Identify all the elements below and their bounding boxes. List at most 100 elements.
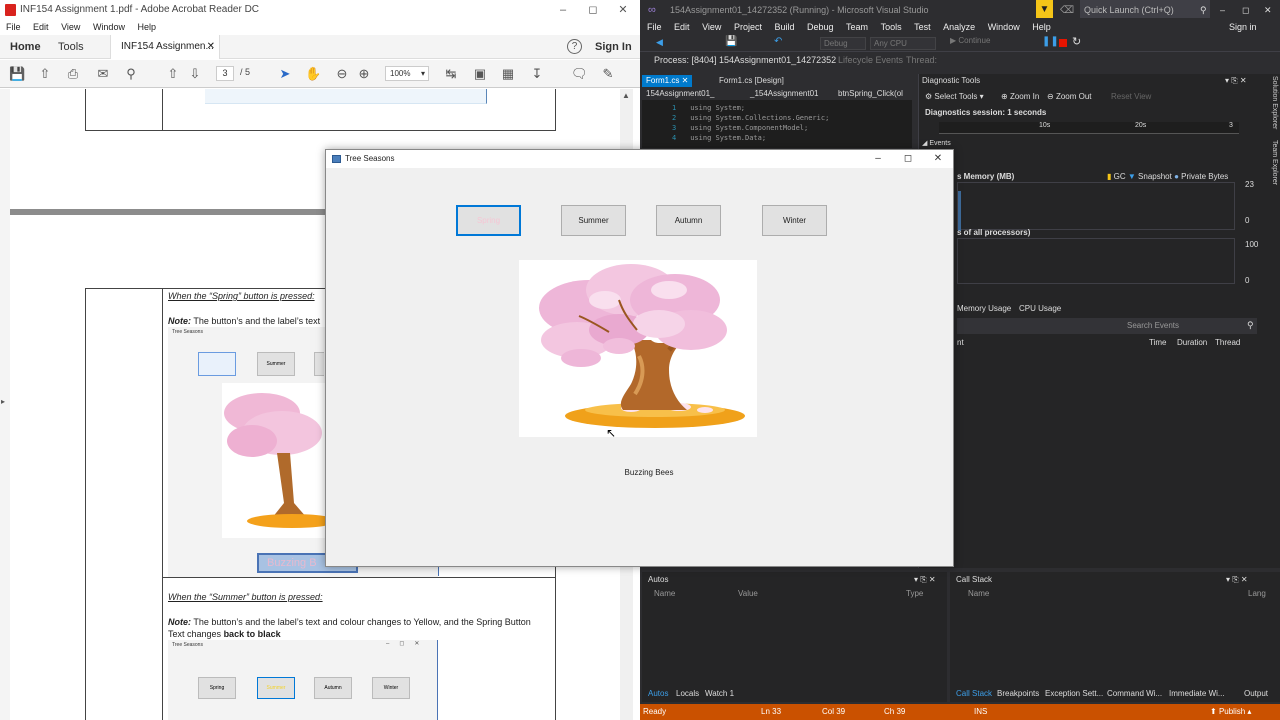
scroll-mode-icon[interactable]: ↧ xyxy=(529,66,545,82)
vs-menu-debug[interactable]: Debug xyxy=(807,22,834,32)
tab-watch1[interactable]: Watch 1 xyxy=(705,686,734,702)
vs-menu-tools[interactable]: Tools xyxy=(881,22,902,32)
comment-icon[interactable]: 🗨 xyxy=(571,66,588,82)
search-icon[interactable]: ⚲ xyxy=(1200,0,1207,20)
search-icon[interactable]: ⚲ xyxy=(1247,320,1254,331)
vs-menu-build[interactable]: Build xyxy=(774,22,794,32)
hand-tool-icon[interactable]: ✋ xyxy=(305,66,321,82)
autos-col-name[interactable]: Name xyxy=(654,589,675,598)
tab-locals[interactable]: Locals xyxy=(676,686,699,702)
tab-form1-cs[interactable]: Form1.cs ✕ xyxy=(642,75,693,87)
close-icon[interactable]: ✕ xyxy=(608,0,638,20)
back-icon[interactable]: ◀ xyxy=(656,37,663,48)
team-explorer-tab[interactable]: Team Explorer xyxy=(1264,140,1278,185)
zoom-out-icon[interactable]: ⊖ xyxy=(334,66,350,82)
sign-in-link[interactable]: Sign In xyxy=(595,35,632,59)
help-icon[interactable]: ? xyxy=(567,39,582,54)
app-maximize-icon[interactable]: ◻ xyxy=(893,150,923,168)
tab-breakpoints[interactable]: Breakpoints xyxy=(997,686,1039,702)
restart-icon[interactable]: ↻ xyxy=(1072,35,1081,48)
events-search[interactable]: Search Events ⚲ xyxy=(957,318,1257,334)
diag-panel-controls[interactable]: ▾ ⎘ ✕ xyxy=(1225,76,1247,86)
tab-exception-settings[interactable]: Exception Sett... xyxy=(1045,686,1103,702)
autumn-button[interactable]: Autumn xyxy=(656,205,721,236)
zoom-select[interactable]: 100% ▾ xyxy=(385,66,429,81)
document-tab[interactable]: INF154 Assignmen... ✕ xyxy=(110,35,220,59)
vs-maximize-icon[interactable]: ◻ xyxy=(1242,0,1249,20)
vs-menu-test[interactable]: Test xyxy=(914,22,931,32)
filter-icon[interactable]: ▼ xyxy=(1036,0,1053,18)
zoom-out-button[interactable]: ⊖ Zoom Out xyxy=(1047,92,1092,101)
menu-view[interactable]: View xyxy=(61,22,80,32)
tab-immediate-window[interactable]: Immediate Wi... xyxy=(1169,686,1225,702)
nav-project[interactable]: 154Assignment01_ xyxy=(646,88,715,100)
print-icon[interactable]: ⎙ xyxy=(65,66,81,82)
email-icon[interactable]: ✉ xyxy=(95,66,111,82)
left-panel-toggle[interactable]: ▸ xyxy=(0,89,10,720)
zoom-in-icon[interactable]: ⊕ xyxy=(356,66,372,82)
spring-button[interactable]: Spring xyxy=(456,205,521,236)
winter-button[interactable]: Winter xyxy=(762,205,827,236)
thread-select[interactable]: Thread: xyxy=(906,52,937,69)
diag-tab-memory[interactable]: Memory Usage xyxy=(957,304,1011,313)
code-editor[interactable]: 1 using System; 2 using System.Collectio… xyxy=(642,100,912,148)
tab-call-stack[interactable]: Call Stack xyxy=(956,686,992,702)
events-col-thread[interactable]: Thread xyxy=(1215,338,1240,347)
app-minimize-icon[interactable]: – xyxy=(863,150,893,168)
select-cursor-icon[interactable]: ➤ xyxy=(277,66,293,82)
tab-output[interactable]: Output xyxy=(1244,686,1268,702)
platform-select[interactable]: Any CPU xyxy=(870,37,936,50)
vs-menu-help[interactable]: Help xyxy=(1032,22,1051,32)
app-titlebar[interactable]: Tree Seasons – ◻ ✕ xyxy=(326,150,953,168)
vs-menu-team[interactable]: Team xyxy=(846,22,868,32)
page-number-input[interactable]: 3 xyxy=(216,66,234,81)
home-link[interactable]: Home xyxy=(10,35,41,59)
upload-icon[interactable]: ⇧ xyxy=(37,66,53,82)
timeline-ruler[interactable]: 10s 20s 3 xyxy=(939,122,1239,134)
fit-page-icon[interactable]: ↹ xyxy=(443,66,459,82)
publish-button[interactable]: ⬆ Publish ▴ xyxy=(1210,704,1251,720)
autos-controls[interactable]: ▾ ⎘ ✕ xyxy=(914,575,936,585)
events-col-duration[interactable]: Duration xyxy=(1177,338,1207,347)
next-page-icon[interactable]: ⇩ xyxy=(187,66,203,82)
vs-menu-analyze[interactable]: Analyze xyxy=(943,22,975,32)
menu-window[interactable]: Window xyxy=(93,22,125,32)
events-header[interactable]: ◢ Events xyxy=(922,139,951,147)
tab-close-icon[interactable]: ✕ xyxy=(207,35,215,59)
diag-tab-cpu[interactable]: CPU Usage xyxy=(1019,304,1061,313)
vs-menu-project[interactable]: Project xyxy=(734,22,762,32)
process-select[interactable]: Process: [8404] 154Assignment01_14272352 xyxy=(654,52,836,69)
reset-view-button[interactable]: Reset View xyxy=(1111,92,1151,101)
lifecycle-events[interactable]: Lifecycle Events xyxy=(838,52,903,69)
zoom-in-button[interactable]: ⊕ Zoom In xyxy=(1001,92,1039,101)
autos-col-type[interactable]: Type xyxy=(906,589,923,598)
nav-member[interactable]: btnSpring_Click(ol xyxy=(838,88,903,100)
save-icon[interactable]: 💾 xyxy=(9,66,25,82)
quick-launch-input[interactable]: Quick Launch (Ctrl+Q) xyxy=(1080,0,1210,18)
minimize-icon[interactable]: – xyxy=(548,0,578,20)
autos-col-value[interactable]: Value xyxy=(738,589,758,598)
tools-link[interactable]: Tools xyxy=(58,35,84,59)
highlight-icon[interactable]: ✎ xyxy=(600,66,616,82)
continue-button[interactable]: ▶ Continue xyxy=(950,36,990,45)
stop-icon[interactable] xyxy=(1059,39,1067,47)
vs-menu-edit[interactable]: Edit xyxy=(674,22,690,32)
callstack-col-lang[interactable]: Lang xyxy=(1248,589,1266,598)
maximize-icon[interactable]: ◻ xyxy=(578,0,608,20)
vs-close-icon[interactable]: ✕ xyxy=(1264,0,1272,20)
menu-file[interactable]: File xyxy=(6,22,21,32)
vs-sign-in[interactable]: Sign in xyxy=(1229,20,1257,35)
config-select[interactable]: Debug xyxy=(820,37,866,50)
menu-help[interactable]: Help xyxy=(137,22,156,32)
search-icon[interactable]: ⚲ xyxy=(123,66,139,82)
select-tools-button[interactable]: ⚙ Select Tools ▾ xyxy=(925,92,984,101)
callstack-col-name[interactable]: Name xyxy=(968,589,989,598)
vs-menu-window[interactable]: Window xyxy=(988,22,1020,32)
solution-explorer-tab[interactable]: Solution Explorer xyxy=(1264,76,1278,129)
fullscreen-icon[interactable]: ▦ xyxy=(500,66,516,82)
scroll-up-icon[interactable]: ▲ xyxy=(622,91,630,100)
save-all-icon[interactable]: 💾 xyxy=(725,36,737,47)
vs-menu-view[interactable]: View xyxy=(702,22,721,32)
nav-class[interactable]: _154Assignment01 xyxy=(750,88,819,100)
events-col-name[interactable]: nt xyxy=(957,338,964,347)
